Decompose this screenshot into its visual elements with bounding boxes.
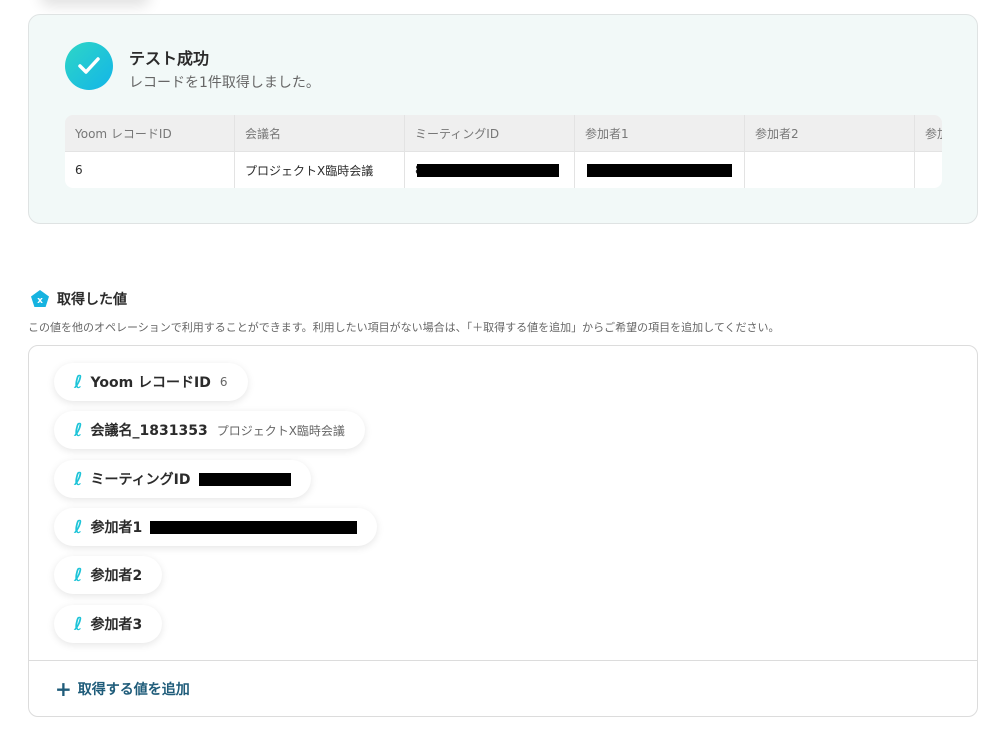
table-row: 6 プロジェクトX臨時会議 8 [65,151,942,188]
redacted-bar [198,472,291,486]
plus-icon: + [55,676,72,701]
value-label: 参加者3 [90,617,143,633]
value-label: 参加者1 [90,520,143,536]
redacted-bar [587,163,732,177]
add-value-label: 取得する値を追加 [77,681,190,698]
table-cell [575,152,745,188]
values-list: ℓ Yoom レコードID 6 ℓ 会議名_1831353 プロジェクトX臨時会議 ℓミ… [28,345,978,717]
result-subtitle: レコードを1件取得しました。 [129,75,320,91]
values-section-description: この値を他のオペレーションで利用することができます。利用したい項目がない場合は、… [28,321,780,334]
column-header: Yoom レコードID [65,115,235,151]
result-table[interactable]: Yoom レコードID 会議名 ミーティングID 参加者1 参加者2 参加 6 … [65,115,942,188]
link-icon: ℓ [74,516,83,538]
values-section-header: x 取得した値 [30,289,127,309]
success-check-icon [65,42,113,90]
value-pill-meeting-name[interactable]: ℓ 会議名_1831353 プロジェクトX臨時会議 [54,411,365,449]
value-text: プロジェクトX臨時会議 [216,423,345,438]
variable-icon: x [31,290,49,307]
test-result-card: テスト成功 レコードを1件取得しました。 Yoom レコードID 会議名 ミーテ… [28,14,978,224]
table-cell [915,152,942,188]
link-icon: ℓ [74,371,83,393]
table-cell: プロジェクトX臨時会議 [235,152,405,188]
redacted-bar [416,163,559,177]
column-header: 会議名 [235,115,405,151]
table-cell: 6 [65,152,235,188]
column-header: 参加 [915,115,942,151]
link-icon: ℓ [74,468,83,490]
value-pill-participant-2[interactable]: ℓ 参加者2 [54,556,163,594]
value-text: 6 [219,375,228,389]
value-label: Yoom レコードID [90,375,211,391]
table-cell: 8 [405,152,575,188]
value-label: 会議名_1831353 [90,423,208,439]
result-title: テスト成功 [129,49,210,68]
column-header: 参加者1 [575,115,745,151]
link-icon: ℓ [74,613,83,635]
value-label: 参加者2 [90,568,143,584]
link-icon: ℓ [74,564,83,586]
values-section-title: 取得した値 [57,292,127,308]
column-header: 参加者2 [745,115,915,151]
table-cell [745,152,915,188]
add-value-button[interactable]: + 取得する値を追加 [29,660,977,716]
column-header: ミーティングID [405,115,575,151]
svg-text:x: x [37,296,43,306]
value-pill-meeting-id[interactable]: ℓ ミーティングID [54,460,311,498]
link-icon: ℓ [74,419,83,441]
value-label: ミーティングID [90,472,191,488]
table-header: Yoom レコードID 会議名 ミーティングID 参加者1 参加者2 参加 [65,115,942,151]
value-pill-participant-1[interactable]: ℓ 参加者1 [54,508,378,546]
value-pill-record-id[interactable]: ℓ Yoom レコードID 6 [54,363,248,401]
value-pill-participant-3[interactable]: ℓ 参加者3 [54,605,163,643]
redacted-bar [150,520,358,534]
